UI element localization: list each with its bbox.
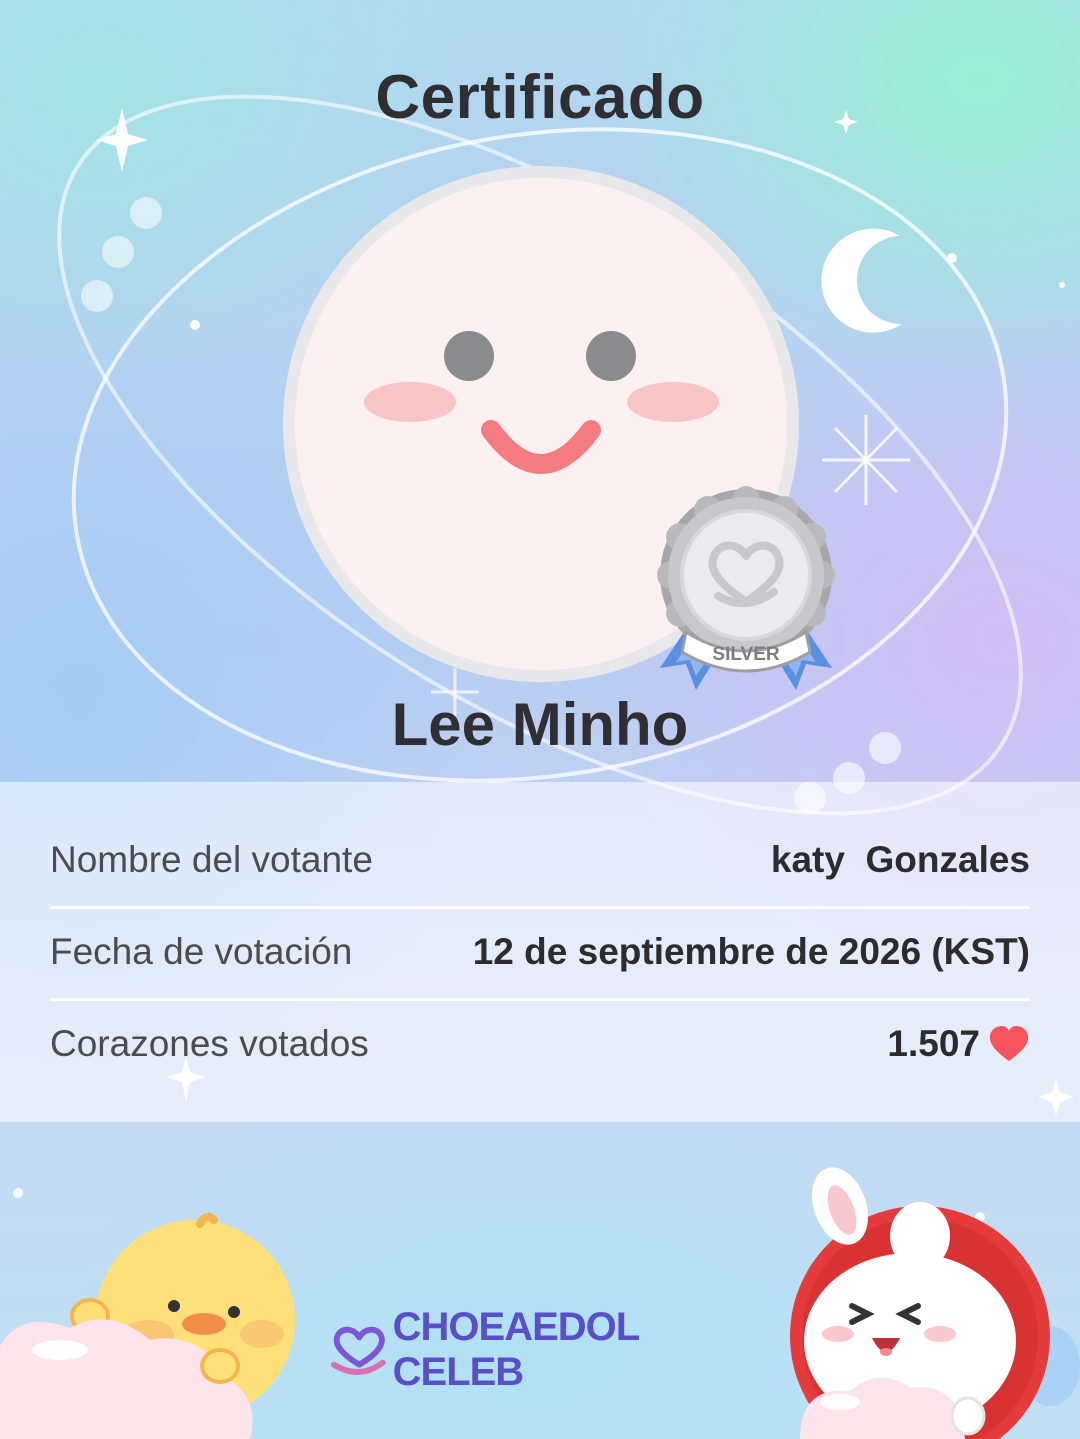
certificate-page: Certificado SILVER Lee Minho Nombre del … bbox=[0, 0, 1080, 1439]
brand-logo: CHOEAEDOL CELEB bbox=[330, 1305, 770, 1394]
certificate-title: Certificado bbox=[375, 63, 705, 132]
hearts-voted-label: Corazones votados bbox=[50, 1023, 369, 1064]
celebrity-name: Lee Minho bbox=[391, 691, 689, 758]
crescent-moon-icon bbox=[821, 228, 902, 333]
heart-logo-icon bbox=[330, 1326, 386, 1375]
vote-date-value: 12 de septiembre de 2026 (KST) bbox=[472, 931, 1030, 972]
chick-character bbox=[0, 1212, 295, 1439]
voter-name-value: katy Gonzales bbox=[770, 839, 1030, 880]
hearts-voted-row: Corazones votados 1.507 bbox=[50, 998, 1030, 1090]
bunny-character bbox=[790, 1167, 1080, 1439]
silver-badge: SILVER bbox=[657, 486, 835, 690]
hearts-voted-wrap: 1.507 bbox=[887, 1023, 1030, 1065]
voter-name-row: Nombre del votante katy Gonzales bbox=[50, 814, 1030, 909]
vote-date-label: Fecha de votación bbox=[50, 931, 353, 972]
hearts-voted-value: 1.507 bbox=[887, 1023, 980, 1064]
voter-name-label: Nombre del votante bbox=[50, 839, 373, 880]
badge-label: SILVER bbox=[712, 644, 779, 665]
vote-details-panel: Nombre del votante katy Gonzales Fecha d… bbox=[0, 782, 1080, 1122]
vote-date-row: Fecha de votación 12 de septiembre de 20… bbox=[50, 906, 1030, 1001]
brand-name: CHOEAEDOL CELEB bbox=[392, 1305, 640, 1394]
heart-icon bbox=[989, 1026, 1029, 1061]
